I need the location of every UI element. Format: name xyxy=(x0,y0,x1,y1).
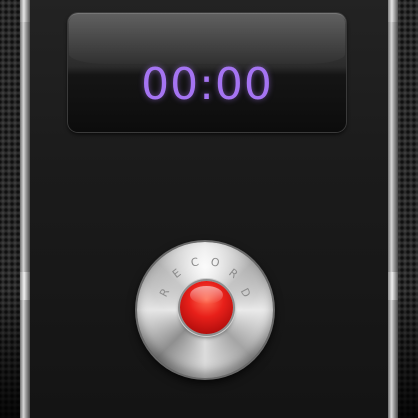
elapsed-time: 00:00 xyxy=(141,59,273,110)
record-button[interactable]: R E C O R D xyxy=(137,242,273,378)
record-letter-d: D xyxy=(237,285,254,300)
timer-display: 00:00 xyxy=(68,13,346,132)
left-speaker-grille xyxy=(0,0,22,418)
record-letter-r1: R xyxy=(157,286,173,300)
right-speaker-grille xyxy=(396,0,418,418)
record-letter-o: O xyxy=(209,255,221,270)
record-red-button[interactable] xyxy=(180,281,233,334)
right-chrome-rail xyxy=(388,0,398,418)
record-letter-r2: R xyxy=(226,266,241,282)
voice-recorder-screen: 00:00 R E C O R D xyxy=(0,0,418,418)
left-chrome-rail xyxy=(20,0,30,418)
record-letter-e: E xyxy=(169,266,184,281)
record-letter-c: C xyxy=(189,255,201,270)
